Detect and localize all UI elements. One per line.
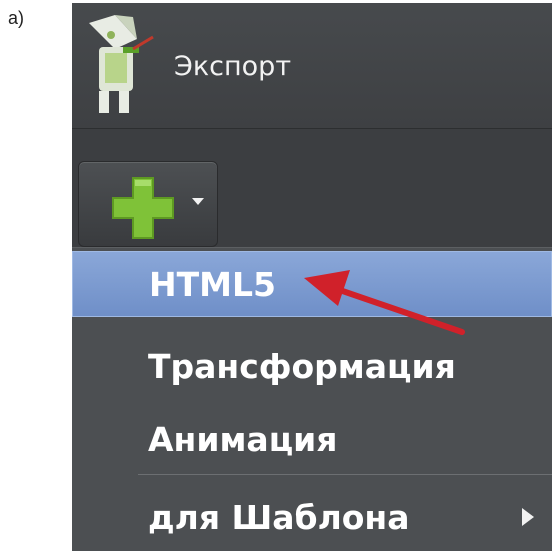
menu-item-label: Трансформация (148, 346, 456, 386)
menu-item-html5[interactable]: HTML5 (72, 251, 552, 317)
export-panel: Экспорт HTML5 Трансформация Анимация для… (72, 3, 552, 551)
export-dropdown-menu: HTML5 Трансформация Анимация для Шаблона (72, 247, 552, 551)
add-export-button[interactable] (78, 161, 218, 247)
menu-item-animation[interactable]: Анимация (72, 406, 552, 472)
menu-item-transformation[interactable]: Трансформация (72, 333, 552, 399)
submenu-arrow-icon (522, 508, 534, 526)
panel-title: Экспорт (174, 51, 292, 82)
export-wizard-icon (89, 15, 154, 113)
chevron-down-icon[interactable] (191, 196, 205, 206)
menu-separator (138, 474, 552, 475)
panel-header: Экспорт (72, 3, 552, 129)
plus-icon (112, 177, 174, 239)
figure-label: a) (8, 8, 25, 28)
menu-item-label: для Шаблона (148, 497, 410, 537)
menu-item-for-template[interactable]: для Шаблона (72, 484, 552, 550)
menu-item-label: Анимация (148, 419, 338, 459)
menu-item-label: HTML5 (149, 264, 276, 304)
